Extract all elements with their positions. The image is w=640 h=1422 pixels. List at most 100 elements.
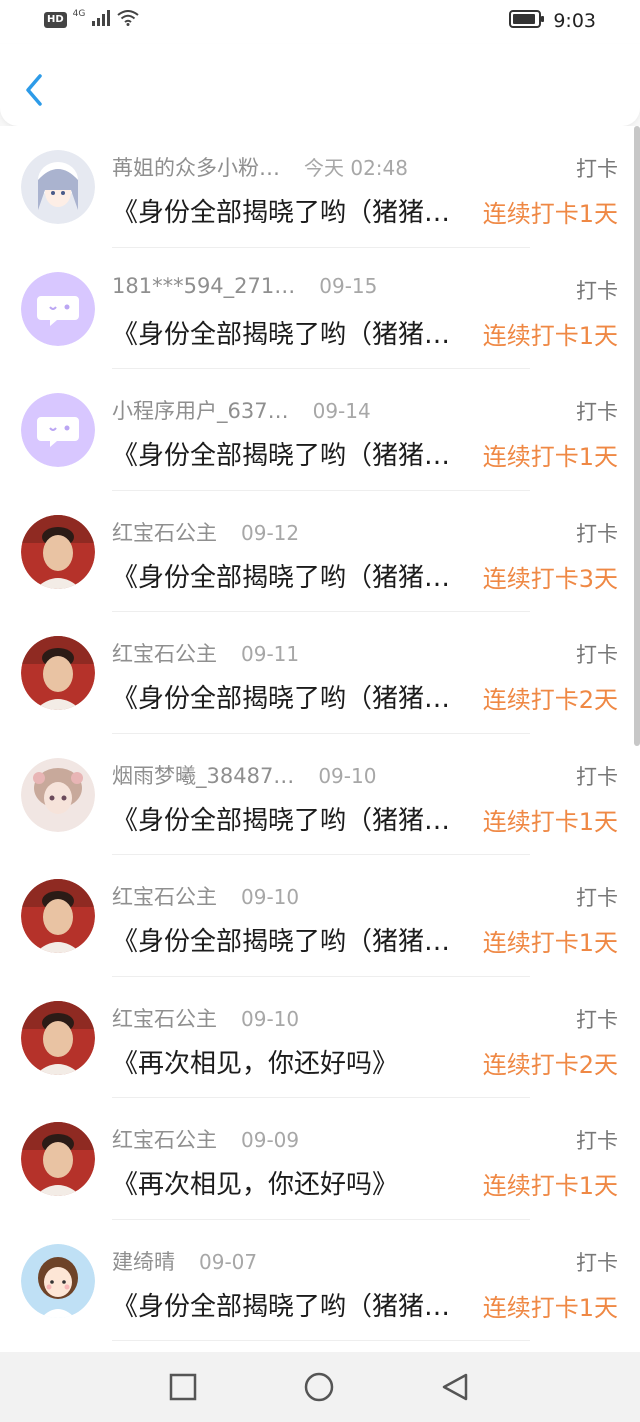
chevron-left-icon: [26, 74, 42, 106]
avatar[interactable]: [21, 150, 95, 224]
post-date: 09-09: [241, 1128, 300, 1152]
list-item[interactable]: 红宝石公主 09-10 打卡《身份全部揭晓了哟（猪猪… 连续打卡1天: [0, 855, 640, 977]
type-label: 打卡: [576, 643, 618, 667]
user-name: 苒姐的众多小粉… 今天 02:48: [112, 152, 408, 182]
recent-apps-button[interactable]: [168, 1372, 198, 1402]
article-title: 《再次相见，你还好吗》: [112, 1170, 399, 1200]
post-date: 09-15: [319, 273, 378, 298]
network-type: 4G: [72, 9, 86, 19]
scroll-indicator[interactable]: [634, 126, 640, 746]
post-date: 09-10: [241, 1006, 300, 1031]
avatar[interactable]: [21, 393, 95, 467]
system-nav-bar: [0, 1352, 640, 1422]
status-time: 9:03: [553, 10, 596, 32]
user-name-text: 小程序用户_637…: [112, 399, 289, 423]
type-label: 打卡: [576, 1250, 618, 1275]
user-name-text: 烟雨梦曦_38487…: [112, 763, 295, 788]
user-name: 建绮晴 09-07: [112, 1246, 257, 1276]
streak-label: 连续打卡1天: [482, 1293, 618, 1322]
post-date: 09-14: [312, 399, 371, 423]
streak-label: 连续打卡1天: [482, 321, 618, 350]
list-item[interactable]: 建绮晴 09-07 打卡《身份全部揭晓了哟（猪猪… 连续打卡1天: [0, 1220, 640, 1341]
triangle-back-icon: [442, 1373, 468, 1401]
user-name-text: 红宝石公主: [112, 885, 217, 909]
type-label: 打卡: [576, 1007, 618, 1032]
list-item[interactable]: 红宝石公主 09-12 打卡《身份全部揭晓了哟（猪猪… 连续打卡3天: [0, 491, 640, 612]
avatar[interactable]: [21, 757, 95, 832]
article-title: 《身份全部揭晓了哟（猪猪…: [112, 684, 451, 714]
article-title: 《身份全部揭晓了哟（猪猪…: [112, 1291, 451, 1322]
back-button[interactable]: [22, 72, 46, 112]
user-name-text: 红宝石公主: [112, 1128, 217, 1152]
type-label: 打卡: [576, 278, 618, 303]
type-label: 打卡: [576, 157, 618, 181]
square-icon: [169, 1373, 197, 1401]
type-label: 打卡: [576, 400, 618, 424]
list-item[interactable]: 苒姐的众多小粉… 今天 02:48 打卡《身份全部揭晓了哟（猪猪… 连续打卡1天: [0, 126, 640, 248]
type-label: 打卡: [576, 886, 618, 910]
list-item[interactable]: 烟雨梦曦_38487… 09-10 打卡《身份全部揭晓了哟（猪猪… 连续打卡1天: [0, 734, 640, 855]
user-name-text: 建绮晴: [112, 1249, 175, 1274]
status-bar: HD 4G 9:03: [0, 0, 640, 44]
status-right: 9:03: [509, 10, 596, 32]
streak-label: 连续打卡2天: [482, 1050, 618, 1079]
type-label: 打卡: [576, 764, 618, 789]
streak-label: 连续打卡1天: [482, 807, 618, 836]
post-date: 09-12: [241, 520, 300, 545]
article-title: 《身份全部揭晓了哟（猪猪…: [112, 805, 451, 836]
avatar[interactable]: [21, 271, 95, 346]
status-left: HD 4G: [44, 9, 139, 30]
checkin-list: 苒姐的众多小粉… 今天 02:48 打卡 《身份全部揭晓了哟（猪猪… 连续打卡1天 181…: [0, 126, 640, 1352]
divider: [112, 1340, 530, 1341]
user-name-text: 181***594_271…: [112, 273, 296, 298]
list-item[interactable]: 红宝石公主 09-09 打卡《再次相见，你还好吗》 连续打卡1天: [0, 1098, 640, 1220]
avatar[interactable]: [21, 514, 95, 589]
battery-icon: [509, 10, 545, 32]
hd-badge: HD: [44, 12, 67, 28]
streak-label: 连续打卡1天: [482, 200, 618, 228]
article-title: 《身份全部揭晓了哟（猪猪…: [112, 198, 451, 228]
streak-label: 连续打卡2天: [482, 686, 618, 714]
article-title: 《身份全部揭晓了哟（猪猪…: [112, 441, 451, 471]
user-name: 红宝石公主 09-10: [112, 1003, 299, 1033]
post-date: 09-10: [318, 763, 377, 788]
post-date: 09-11: [241, 642, 300, 666]
list-item[interactable]: 红宝石公主 09-11 打卡《身份全部揭晓了哟（猪猪… 连续打卡2天: [0, 612, 640, 734]
back-nav-button[interactable]: [440, 1372, 470, 1402]
circle-icon: [304, 1372, 334, 1402]
list-item[interactable]: 红宝石公主 09-10 打卡 《再次相见，你还好吗》 连续打卡2天: [0, 977, 640, 1098]
streak-label: 连续打卡1天: [482, 929, 618, 957]
article-title: 《身份全部揭晓了哟（猪猪…: [112, 319, 451, 350]
post-date: 09-10: [241, 885, 300, 909]
user-name: 红宝石公主 09-09: [112, 1124, 299, 1154]
streak-label: 连续打卡1天: [482, 443, 618, 471]
avatar[interactable]: [21, 1243, 95, 1318]
article-title: 《身份全部揭晓了哟（猪猪…: [112, 927, 451, 957]
avatar[interactable]: [21, 879, 95, 953]
user-name: 烟雨梦曦_38487… 09-10: [112, 760, 376, 790]
home-button[interactable]: [304, 1372, 334, 1402]
avatar[interactable]: [21, 636, 95, 710]
type-label: 打卡: [576, 521, 618, 546]
streak-label: 连续打卡1天: [482, 1172, 618, 1200]
list-item[interactable]: 181***594_271… 09-15 打卡《身份全部揭晓了哟（猪猪… 连续打卡1天: [0, 248, 640, 369]
user-name: 红宝石公主 09-12: [112, 517, 299, 547]
user-name: 181***594_271… 09-15: [112, 274, 377, 298]
header: [0, 44, 640, 126]
user-name: 小程序用户_637… 09-14: [112, 395, 371, 425]
type-label: 打卡: [576, 1129, 618, 1153]
post-date: 今天 02:48: [304, 156, 408, 180]
signal-icon: [91, 10, 111, 30]
article-title: 《身份全部揭晓了哟（猪猪…: [112, 562, 451, 593]
avatar[interactable]: [21, 1000, 95, 1075]
streak-label: 连续打卡3天: [482, 564, 618, 593]
user-name: 红宝石公主 09-11: [112, 638, 299, 668]
user-name-text: 红宝石公主: [112, 642, 217, 666]
post-date: 09-07: [199, 1249, 258, 1274]
list-item[interactable]: 小程序用户_637… 09-14 打卡《身份全部揭晓了哟（猪猪… 连续打卡1天: [0, 369, 640, 491]
user-name-text: 苒姐的众多小粉…: [112, 156, 280, 180]
wifi-icon: [117, 10, 139, 30]
user-name: 红宝石公主 09-10: [112, 881, 299, 911]
user-name-text: 红宝石公主: [112, 520, 217, 545]
avatar[interactable]: [21, 1122, 95, 1196]
